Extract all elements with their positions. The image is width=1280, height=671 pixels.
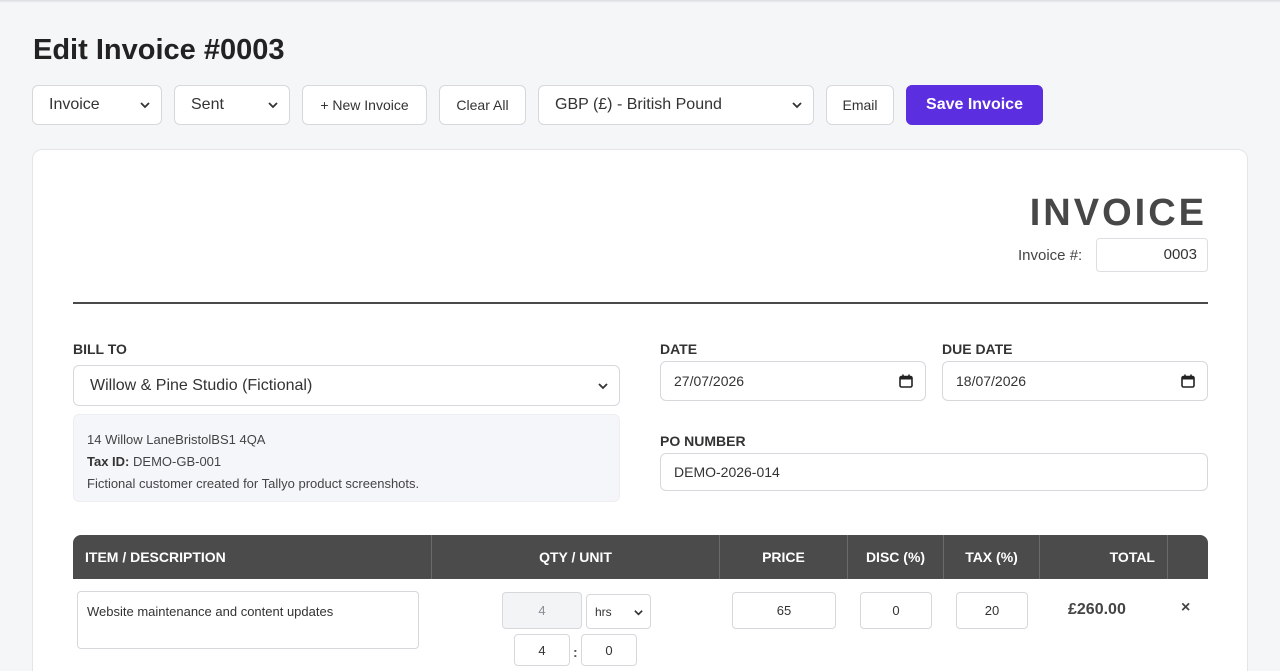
- date-label: DATE: [660, 341, 698, 357]
- tax-id-label: Tax ID:: [87, 454, 130, 469]
- chevron-down-icon: [140, 102, 150, 109]
- header-divider: [73, 302, 1208, 304]
- col-tax: TAX (%): [944, 535, 1040, 579]
- bill-to-label: BILL TO: [73, 341, 127, 357]
- price-input[interactable]: 65: [732, 592, 836, 629]
- col-disc: DISC (%): [848, 535, 944, 579]
- qty-input[interactable]: 4: [502, 592, 582, 629]
- invoice-number-label: Invoice #:: [1018, 247, 1083, 264]
- invoice-heading: INVOICE: [1029, 192, 1207, 234]
- calendar-icon[interactable]: [1181, 374, 1195, 388]
- item-description-input[interactable]: Website maintenance and content updates: [77, 591, 419, 649]
- date-value: 27/07/2026: [674, 373, 745, 389]
- client-address: 14 Willow LaneBristolBS1 4QA: [87, 432, 266, 447]
- hours-input[interactable]: 4: [514, 634, 570, 666]
- tax-input[interactable]: 20: [956, 592, 1028, 629]
- client-tax-id: Tax ID: DEMO-GB-001: [87, 451, 606, 473]
- doc-type-select[interactable]: Invoice: [32, 85, 162, 125]
- status-select[interactable]: Sent: [174, 85, 290, 125]
- client-select-value: Willow & Pine Studio (Fictional): [90, 376, 313, 394]
- currency-value: GBP (£) - British Pound: [555, 96, 722, 113]
- unit-select[interactable]: hrs: [586, 594, 651, 629]
- discount-input[interactable]: 0: [860, 592, 932, 629]
- email-button[interactable]: Email: [826, 85, 894, 125]
- row-total: £260.00: [1068, 601, 1126, 618]
- invoice-number-input[interactable]: 0003: [1096, 238, 1208, 272]
- close-icon[interactable]: ×: [1181, 599, 1190, 617]
- page-title: Edit Invoice #0003: [33, 34, 285, 66]
- client-note: Fictional customer created for Tallyo pr…: [87, 476, 420, 491]
- date-input[interactable]: 27/07/2026: [660, 361, 926, 401]
- calendar-icon[interactable]: [899, 374, 913, 388]
- client-details: 14 Willow LaneBristolBS1 4QA Tax ID: DEM…: [73, 414, 620, 502]
- chevron-down-icon: [792, 102, 802, 109]
- chevron-down-icon: [634, 610, 643, 616]
- po-number-input[interactable]: DEMO-2026-014: [660, 453, 1208, 491]
- doc-type-value: Invoice: [49, 96, 100, 113]
- save-invoice-button[interactable]: Save Invoice: [906, 85, 1043, 125]
- due-date-value: 18/07/2026: [956, 373, 1027, 389]
- tax-id-value: DEMO-GB-001: [133, 454, 222, 469]
- top-shadow: [0, 0, 1280, 3]
- chevron-down-icon: [598, 383, 608, 390]
- po-number-value: DEMO-2026-014: [674, 464, 780, 480]
- status-value: Sent: [191, 96, 224, 113]
- new-invoice-button[interactable]: + New Invoice: [302, 85, 427, 125]
- due-date-input[interactable]: 18/07/2026: [942, 361, 1208, 401]
- client-select[interactable]: Willow & Pine Studio (Fictional): [73, 365, 620, 406]
- clear-all-button[interactable]: Clear All: [439, 85, 526, 125]
- time-separator: :: [573, 644, 578, 660]
- col-total: TOTAL: [1040, 535, 1168, 579]
- col-qty: QTY / UNIT: [432, 535, 720, 579]
- po-number-label: PO NUMBER: [660, 433, 746, 449]
- unit-value: hrs: [595, 604, 612, 619]
- due-date-label: DUE DATE: [942, 341, 1013, 357]
- minutes-input[interactable]: 0: [581, 634, 637, 666]
- currency-select[interactable]: GBP (£) - British Pound: [538, 85, 814, 125]
- invoice-card: INVOICE Invoice #: 0003 BILL TO Willow &…: [32, 149, 1248, 671]
- toolbar: Invoice Sent + New Invoice Clear All GBP…: [32, 85, 1252, 125]
- chevron-down-icon: [268, 102, 278, 109]
- col-item: ITEM / DESCRIPTION: [73, 535, 432, 579]
- col-price: PRICE: [720, 535, 848, 579]
- items-table-header: ITEM / DESCRIPTION QTY / UNIT PRICE DISC…: [73, 535, 1208, 579]
